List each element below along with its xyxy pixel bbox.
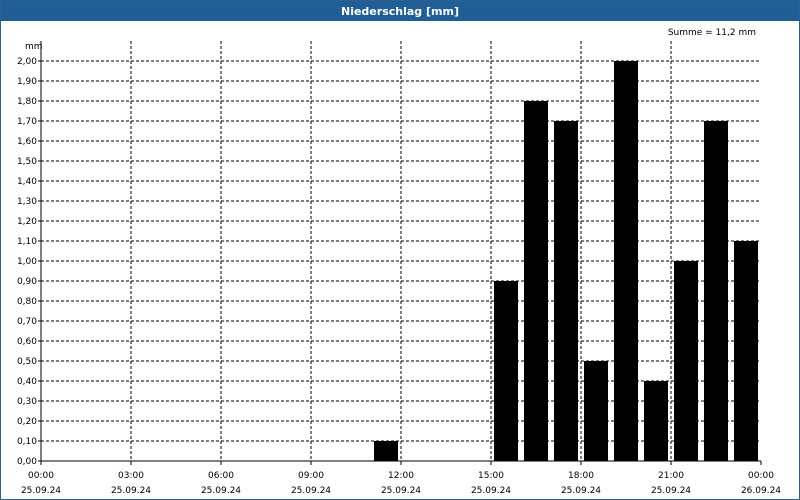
y-tick-labels: 0,00 0,10 0,20 0,30 0,40 0,50 0,60 0,70 0,80 0,90… bbox=[17, 57, 37, 467]
x-tick-time-label: 21:00 bbox=[658, 471, 684, 481]
x-tick-time-label: 12:00 bbox=[388, 471, 414, 481]
y-tick-label: 1,90 bbox=[17, 77, 37, 87]
chart-window: Niederschlag [mm] 0,00 0,10 0,20 0,30 0,40 0,… bbox=[0, 0, 800, 500]
x-tick-date-label: 25.09.24 bbox=[381, 486, 421, 496]
x-tick-time-label: 09:00 bbox=[298, 471, 324, 481]
y-tick-label: 2,00 bbox=[17, 57, 37, 67]
x-tick-date-label: 25.09.24 bbox=[21, 486, 61, 496]
precipitation-chart: 0,00 0,10 0,20 0,30 0,40 0,50 0,60 0,70 0,80 0,90… bbox=[17, 28, 781, 496]
x-tick-date-label: 25.09.24 bbox=[651, 486, 691, 496]
x-tick-time-label: 00:00 bbox=[748, 471, 774, 481]
y-tick-label: 1,40 bbox=[17, 177, 37, 187]
y-tick-label: 1,60 bbox=[17, 137, 37, 147]
sum-annotation: Summe = 11,2 mm bbox=[668, 28, 756, 38]
y-tick-label: 0,70 bbox=[17, 317, 37, 327]
y-tick-label: 1,50 bbox=[17, 157, 37, 167]
x-tick-time-label: 18:00 bbox=[568, 471, 594, 481]
y-tick-label: 1,10 bbox=[17, 237, 37, 247]
y-tick-label: 1,20 bbox=[17, 217, 37, 227]
bar bbox=[554, 121, 578, 461]
y-tick-label: 0,20 bbox=[17, 417, 37, 427]
x-tick-time-label: 03:00 bbox=[118, 471, 144, 481]
y-tick-label: 0,80 bbox=[17, 297, 37, 307]
y-tick-label: 1,70 bbox=[17, 117, 37, 127]
bar bbox=[644, 381, 668, 461]
x-tick-date-label: 25.09.24 bbox=[291, 486, 331, 496]
x-tick-date-label: 25.09.24 bbox=[201, 486, 241, 496]
bar bbox=[734, 241, 758, 461]
y-tick-label: 0,60 bbox=[17, 337, 37, 347]
y-tick-label: 0,40 bbox=[17, 377, 37, 387]
y-tick-label: 0,30 bbox=[17, 397, 37, 407]
x-tick-date-label: 26.09.24 bbox=[741, 486, 781, 496]
x-tick-time-label: 06:00 bbox=[208, 471, 234, 481]
y-axis-unit-label: mm bbox=[25, 42, 43, 52]
bar bbox=[704, 121, 728, 461]
x-tick-labels: 00:00 25.09.24 03:00 25.09.24 06:00 25.09.24 0… bbox=[21, 471, 781, 496]
bar bbox=[494, 281, 518, 461]
bar bbox=[524, 101, 548, 461]
x-tick-time-label: 15:00 bbox=[478, 471, 504, 481]
x-tick-date-label: 25.09.24 bbox=[561, 486, 601, 496]
y-tick-label: 0,00 bbox=[17, 457, 37, 467]
bar bbox=[614, 61, 638, 461]
y-tick-label: 0,90 bbox=[17, 277, 37, 287]
x-tick-date-label: 25.09.24 bbox=[471, 486, 511, 496]
bar bbox=[374, 441, 398, 461]
bar bbox=[584, 361, 608, 461]
x-tick-date-label: 25.09.24 bbox=[111, 486, 151, 496]
y-tick-label: 0,50 bbox=[17, 357, 37, 367]
y-tick-label: 1,80 bbox=[17, 97, 37, 107]
y-tick-label: 1,00 bbox=[17, 257, 37, 267]
bar bbox=[674, 261, 698, 461]
y-tick-label: 1,30 bbox=[17, 197, 37, 207]
x-tick-time-label: 00:00 bbox=[28, 471, 54, 481]
y-tick-label: 0,10 bbox=[17, 437, 37, 447]
